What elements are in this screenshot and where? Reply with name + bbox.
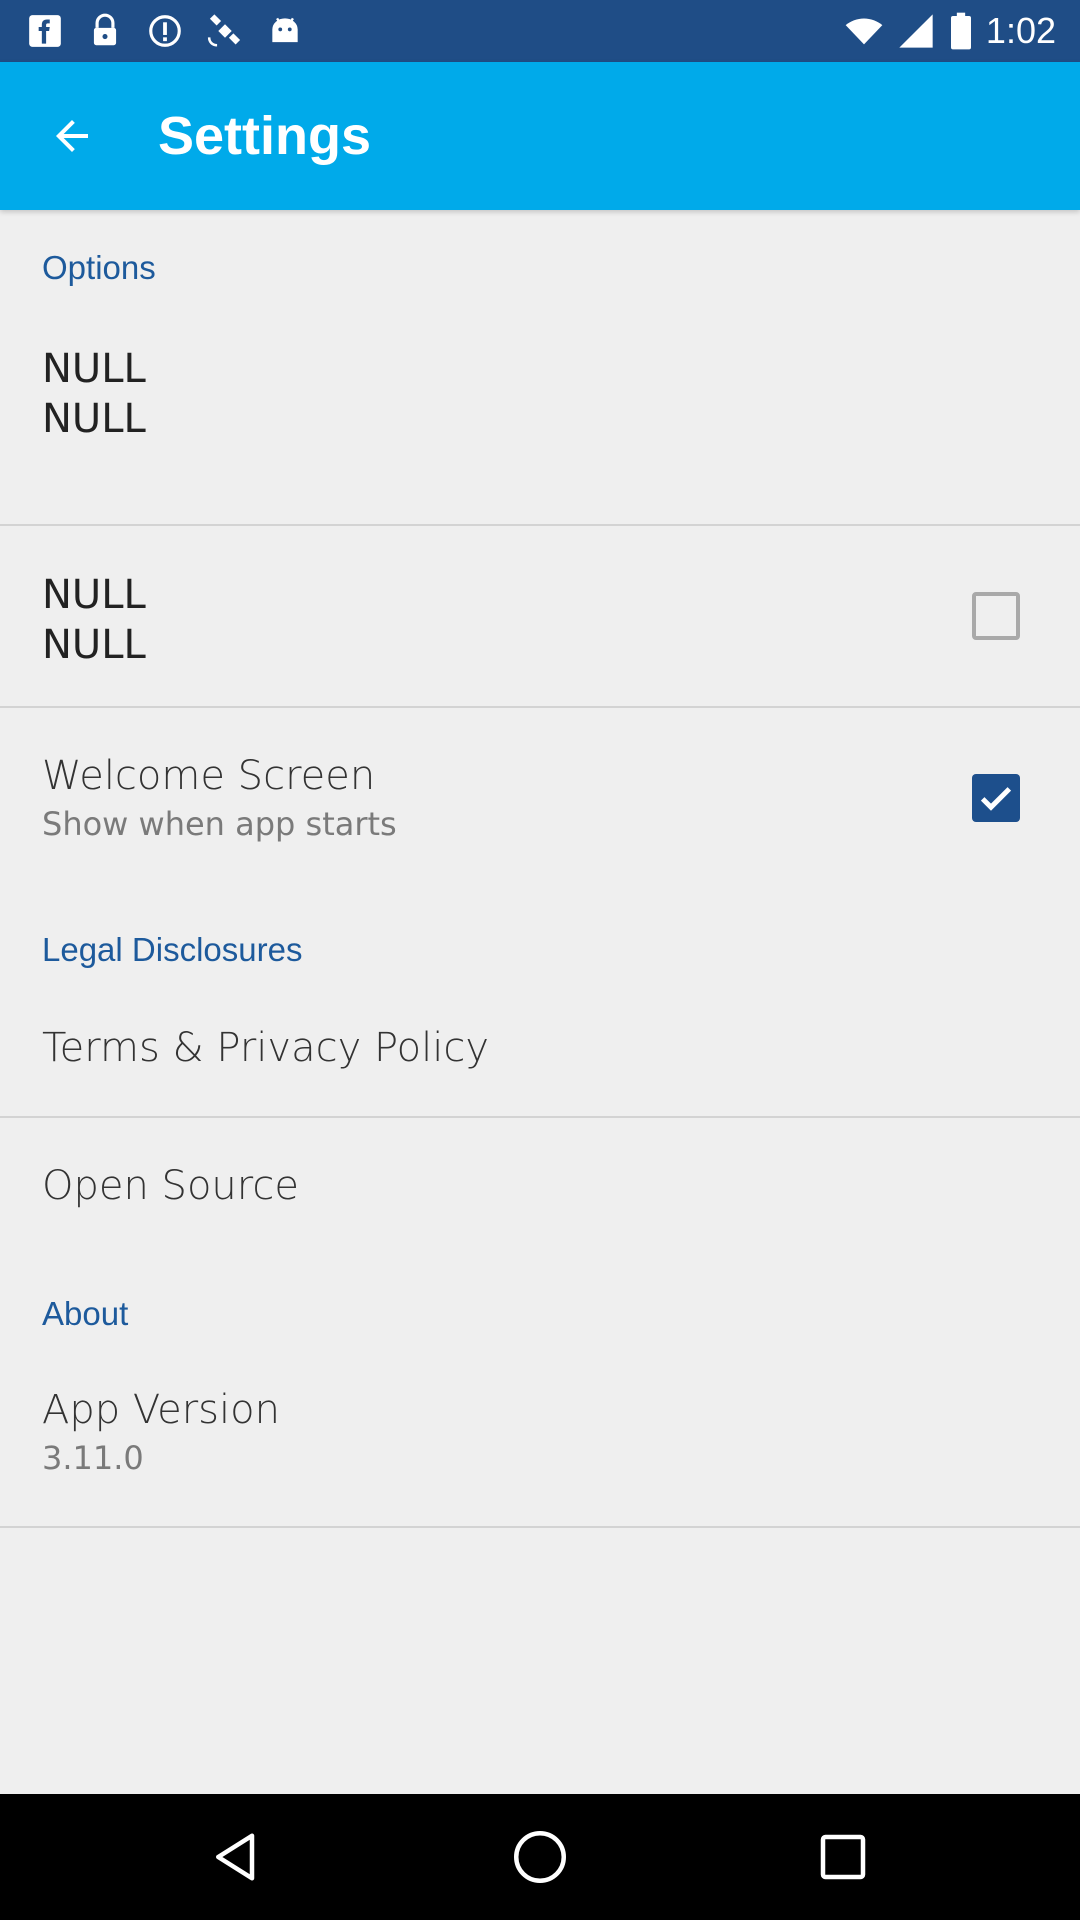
android-icon: [272, 17, 298, 43]
nav-recents-button[interactable]: [810, 1824, 876, 1890]
checkmark-icon: [980, 787, 1012, 811]
app-version-title: App Version: [42, 1387, 280, 1433]
home-circle-icon: [514, 1831, 566, 1883]
preference-item-null-1[interactable]: [0, 320, 1080, 534]
recents-square-icon: [820, 1834, 866, 1880]
welcome-screen-checkbox[interactable]: [972, 774, 1020, 822]
navigation-bar: [0, 1794, 1080, 1920]
preference-item-null-2-summary: NULL: [42, 622, 146, 668]
battery-icon: [950, 12, 971, 50]
notification-icons: [26, 12, 304, 50]
preference-null-checkbox[interactable]: [972, 592, 1020, 640]
nav-back-button[interactable]: [204, 1824, 270, 1890]
preference-item-null-1-title: NULL: [42, 346, 146, 392]
wifi-icon: [845, 18, 883, 45]
welcome-screen-summary: Show when app starts: [42, 805, 397, 843]
preference-item-null-1-summary: NULL: [42, 396, 146, 442]
data-saver-icon: [149, 15, 181, 47]
preference-item-null-2-title: NULL: [42, 572, 146, 618]
back-triangle-icon: [216, 1833, 255, 1881]
app-version-value: 3.11.0: [42, 1439, 144, 1477]
open-source-title: Open Source: [42, 1163, 299, 1209]
status-bar: 1:02: [0, 0, 1080, 62]
system-status: 1:02: [844, 8, 1056, 54]
page-title: Settings: [158, 106, 372, 166]
preference-item-null-2[interactable]: [0, 526, 1080, 706]
section-header-options: Options: [42, 249, 156, 286]
back-button[interactable]: [36, 104, 108, 168]
section-header-about: About: [42, 1295, 129, 1332]
status-time: 1:02: [985, 10, 1056, 51]
welcome-screen-title: Welcome Screen: [42, 753, 376, 799]
arrow-back-icon: [56, 120, 88, 152]
section-header-legal-disclosures: Legal Disclosures: [42, 931, 303, 968]
satellite-fake-gps-icon: [207, 14, 241, 47]
app-f-icon: [29, 15, 61, 47]
lock-icon: [93, 13, 117, 46]
divider: [0, 1526, 1080, 1528]
app-bar: Settings: [0, 62, 1080, 210]
nav-home-button[interactable]: [507, 1824, 573, 1890]
signal-icon: [899, 14, 933, 48]
terms-privacy-policy-title: Terms & Privacy Policy: [42, 1025, 490, 1071]
